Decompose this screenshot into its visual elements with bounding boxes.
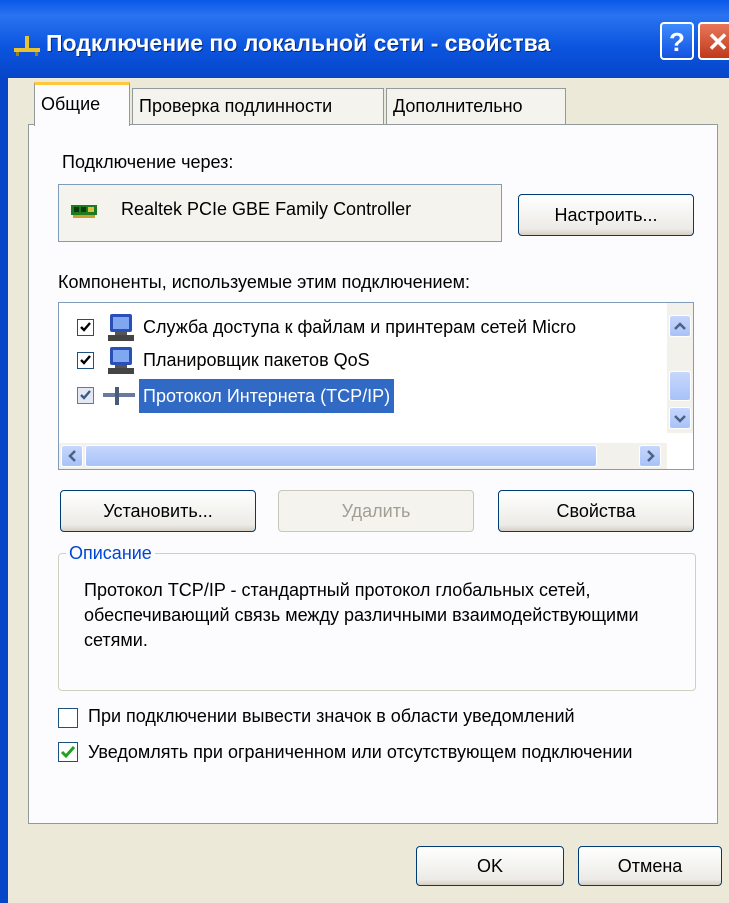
list-item[interactable]: Планировщик пакетов QoS [59, 344, 659, 378]
component-label: Служба доступа к файлам и принтерам сете… [143, 317, 576, 337]
connect-via-label: Подключение через: [62, 152, 234, 172]
scroll-left-button[interactable] [61, 445, 83, 467]
tab-authentication[interactable]: Проверка подлинности [132, 88, 384, 124]
network-connection-icon [14, 36, 40, 56]
install-button[interactable]: Установить... [60, 490, 256, 532]
tab-advanced[interactable]: Дополнительно [386, 88, 566, 124]
adapter-box: Realtek PCIe GBE Family Controller [58, 184, 502, 242]
show-icon-label: При подключении вывести значок в области… [88, 706, 575, 726]
notify-checkbox[interactable] [58, 742, 78, 762]
horizontal-scrollbar[interactable] [59, 443, 667, 469]
configure-button[interactable]: Настроить... [518, 194, 694, 236]
components-list[interactable]: Служба доступа к файлам и принтерам сете… [58, 302, 694, 470]
properties-dialog: Подключение по локальной сети - свойства… [0, 0, 729, 903]
checkmark-icon [60, 746, 76, 759]
chevron-down-icon [674, 415, 686, 423]
chevron-left-icon [68, 450, 76, 462]
cancel-button[interactable]: Отмена [578, 846, 722, 886]
scroll-down-button[interactable] [669, 407, 691, 429]
ok-button[interactable]: OK [416, 846, 564, 886]
scroll-right-button[interactable] [639, 445, 661, 467]
description-text: Протокол TCP/IP - стандартный протокол г… [84, 580, 639, 650]
remove-button[interactable]: Удалить [278, 490, 474, 532]
help-button[interactable]: ? [660, 22, 694, 60]
notify-label: Уведомлять при ограниченном или отсутств… [88, 742, 633, 762]
component-checkbox[interactable] [77, 387, 94, 404]
description-legend: Описание [66, 543, 155, 564]
component-label: Протокол Интернета (TCP/IP) [139, 379, 395, 413]
window-title: Подключение по локальной сети - свойства [46, 30, 551, 56]
component-checkbox[interactable] [77, 352, 94, 369]
properties-button[interactable]: Свойства [498, 490, 694, 532]
network-adapter-icon [71, 205, 97, 218]
scroll-thumb[interactable] [669, 371, 691, 401]
chevron-up-icon [674, 322, 686, 330]
title-bar[interactable]: Подключение по локальной сети - свойства… [0, 0, 729, 78]
tab-general[interactable]: Общие [34, 82, 130, 126]
network-service-icon [108, 314, 134, 341]
scroll-thumb-horizontal[interactable] [85, 445, 597, 467]
network-service-icon [108, 347, 134, 374]
vertical-scrollbar[interactable] [667, 303, 693, 433]
protocol-icon [103, 387, 135, 405]
window-border [0, 78, 8, 903]
chevron-right-icon [647, 450, 655, 462]
close-button[interactable]: ✕ [698, 22, 729, 60]
component-checkbox[interactable] [77, 319, 94, 336]
list-item[interactable]: Служба доступа к файлам и принтерам сете… [59, 311, 659, 345]
adapter-name: Realtek PCIe GBE Family Controller [121, 199, 412, 219]
component-label: Планировщик пакетов QoS [143, 350, 370, 370]
scroll-up-button[interactable] [669, 315, 691, 337]
list-item-selected[interactable]: Протокол Интернета (TCP/IP) [59, 379, 659, 413]
show-icon-checkbox[interactable] [58, 708, 78, 728]
components-label: Компоненты, используемые этим подключени… [58, 272, 470, 292]
